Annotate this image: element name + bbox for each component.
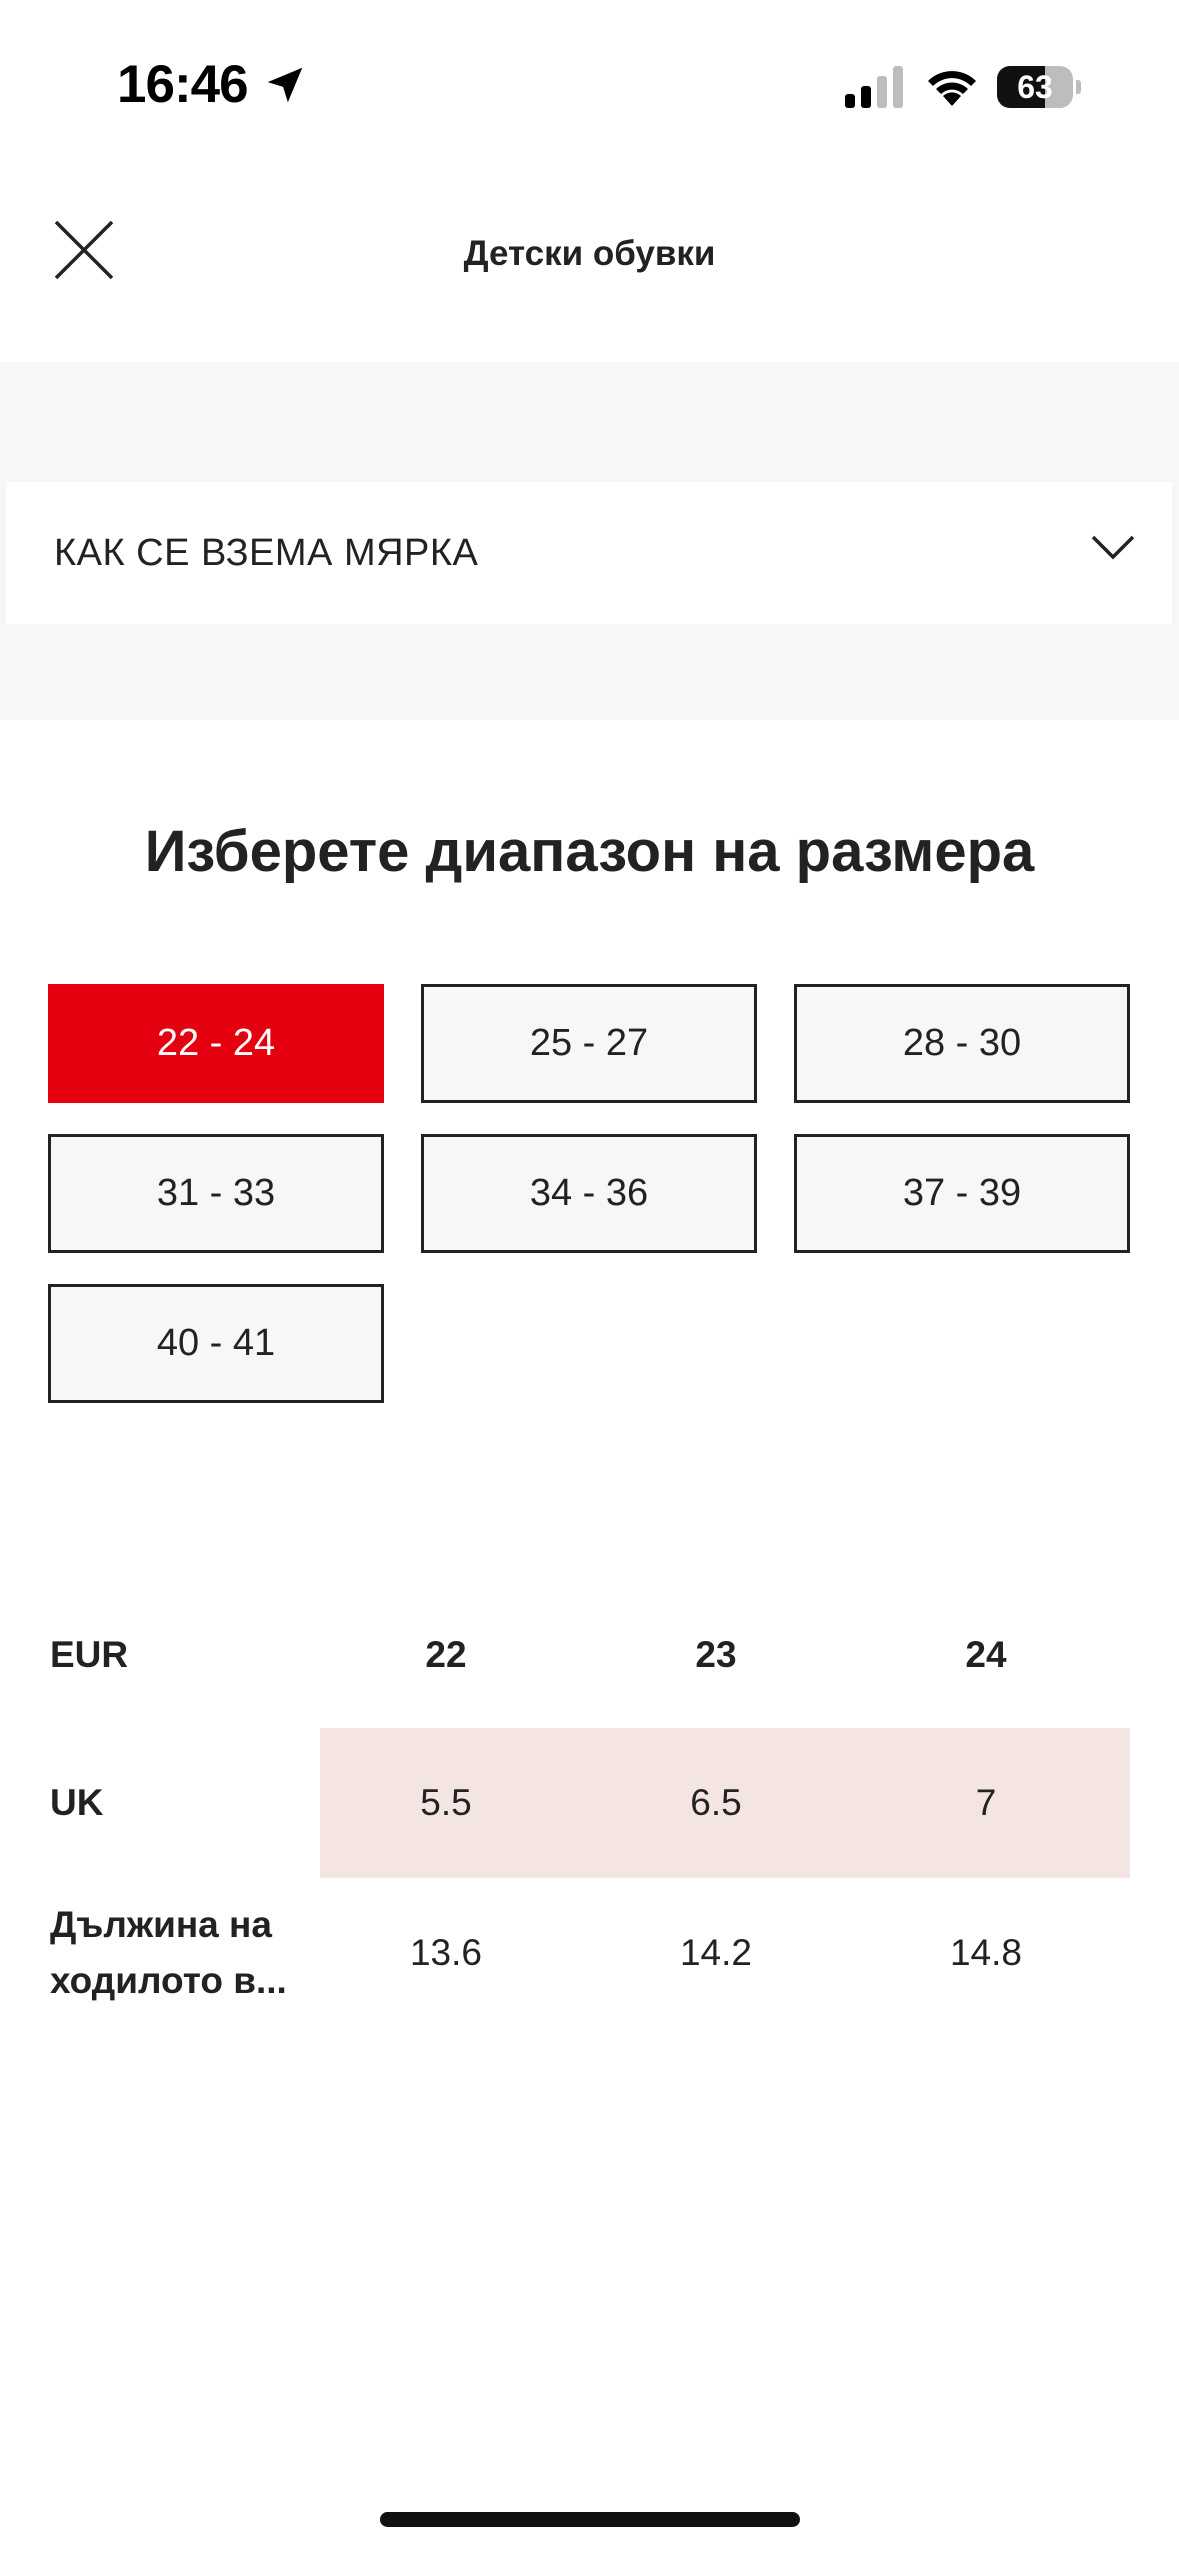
page-title: Детски обувки: [463, 234, 716, 273]
range-button-37-39[interactable]: 37 - 39: [794, 1134, 1130, 1253]
battery-indicator: 63: [997, 66, 1081, 108]
table-cell: 14.2: [679, 1932, 752, 1973]
table-row-eur: EUR 22 23 24: [0, 1580, 1179, 1730]
accordion-label: КАК СЕ ВЗЕМА МЯРКА: [54, 532, 479, 574]
table-cell: 22: [425, 1634, 467, 1675]
range-button-22-24[interactable]: 22 - 24: [48, 984, 384, 1103]
header: Детски обувки: [0, 190, 1179, 330]
status-time: 16:46: [117, 55, 249, 114]
row-label: UK: [50, 1728, 320, 1878]
measure-guide-section: КАК СЕ ВЗЕМА МЯРКА: [0, 362, 1179, 720]
range-button-40-41[interactable]: 40 - 41: [48, 1284, 384, 1403]
table-cell: 6.5: [690, 1782, 742, 1823]
range-button-28-30[interactable]: 28 - 30: [794, 984, 1130, 1103]
cellular-signal-icon: [845, 66, 903, 108]
wifi-icon: [928, 71, 976, 106]
battery-body: 63: [997, 66, 1073, 108]
status-bar: 16:46 63: [0, 0, 1179, 170]
table-cell: 24: [965, 1634, 1007, 1675]
row-label: Дължина на ходилото в...: [50, 1878, 320, 2028]
table-cell: 5.5: [420, 1782, 472, 1823]
table-cell: 23: [695, 1634, 737, 1675]
table-row-foot-length: Дължина на ходилото в... 13.6 14.2 14.8: [0, 1878, 1179, 2028]
battery-cap: [1076, 80, 1081, 94]
range-button-25-27[interactable]: 25 - 27: [421, 984, 757, 1103]
table-cell: 14.8: [949, 1932, 1022, 1973]
chevron-down-icon: [1091, 535, 1135, 560]
row-label: EUR: [50, 1580, 320, 1730]
table-cell: 13.6: [409, 1932, 482, 1973]
battery-percentage: 63: [1017, 69, 1053, 105]
row-label-text: EUR: [50, 1634, 129, 1675]
home-indicator: [380, 2512, 800, 2527]
size-range-title: Изберете диапазон на размера: [144, 819, 1035, 884]
table-cell: 7: [975, 1782, 997, 1823]
location-arrow-icon: [267, 67, 303, 103]
row-label-text: Дължина на ходилото в...: [50, 1904, 287, 2001]
range-button-31-33[interactable]: 31 - 33: [48, 1134, 384, 1253]
table-row-uk: UK 5.5 6.5 7: [0, 1728, 1179, 1878]
range-button-34-36[interactable]: 34 - 36: [421, 1134, 757, 1253]
row-label-text: UK: [50, 1782, 104, 1823]
how-to-measure-accordion[interactable]: КАК СЕ ВЗЕМА МЯРКА: [6, 482, 1172, 624]
